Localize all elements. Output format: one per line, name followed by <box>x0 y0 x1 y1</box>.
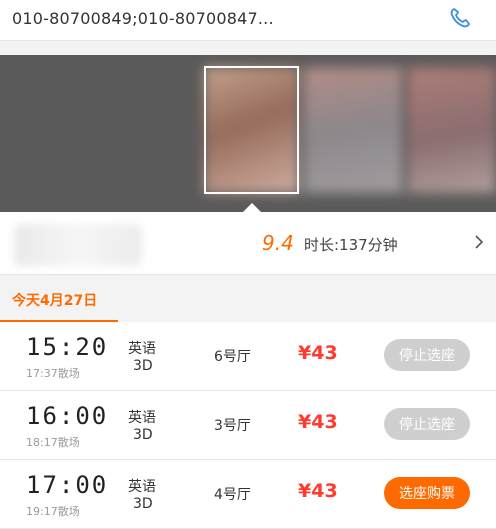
phone-icon[interactable] <box>446 4 474 32</box>
start-time: 17:00 <box>26 471 109 499</box>
date-tab-bar: 今天4月27日 <box>0 280 496 323</box>
movie-duration: 时长:137分钟 <box>304 236 398 254</box>
showtime-list: 15:20 17:37散场 英语 3D 6号厅 ¥43 停止选座 16:00 1… <box>0 322 496 529</box>
end-time: 18:17散场 <box>26 436 80 449</box>
format: 3D <box>133 496 153 512</box>
end-time: 19:17散场 <box>26 505 80 518</box>
price: ¥43 <box>298 480 338 502</box>
hall: 6号厅 <box>214 349 251 365</box>
chevron-right-icon <box>474 234 484 254</box>
cinema-phone-row[interactable]: 010-80700849;010-80700847... <box>0 0 496 41</box>
hall: 4号厅 <box>214 487 251 503</box>
tab-today[interactable]: 今天4月27日 <box>12 290 97 310</box>
showtime-row[interactable]: 17:00 19:17散场 英语 3D 4号厅 ¥43 选座购票 <box>0 460 496 529</box>
language: 英语 <box>128 410 156 426</box>
movie-info-row[interactable]: 9.4 时长:137分钟 <box>0 212 496 275</box>
movie-score: 9.4 <box>262 231 294 255</box>
language: 英语 <box>128 341 156 357</box>
format: 3D <box>133 358 153 374</box>
cinema-phone-numbers: 010-80700849;010-80700847... <box>12 9 274 28</box>
language: 英语 <box>128 479 156 495</box>
showtime-row[interactable]: 15:20 17:37散场 英语 3D 6号厅 ¥43 停止选座 <box>0 322 496 391</box>
poster-thumbnail[interactable] <box>407 67 496 193</box>
showtime-row[interactable]: 16:00 18:17散场 英语 3D 3号厅 ¥43 停止选座 <box>0 391 496 460</box>
format: 3D <box>133 427 153 443</box>
poster-carousel[interactable] <box>0 55 496 212</box>
end-time: 17:37散场 <box>26 367 80 380</box>
price: ¥43 <box>298 342 338 364</box>
poster-selection-caret <box>243 203 261 212</box>
start-time: 15:20 <box>26 333 109 361</box>
poster-thumbnail[interactable] <box>303 67 403 193</box>
price: ¥43 <box>298 411 338 433</box>
movie-title-blurred <box>14 224 142 266</box>
hall: 3号厅 <box>214 418 251 434</box>
poster-selected-frame <box>204 66 299 194</box>
stop-seat-selection-button[interactable]: 停止选座 <box>384 339 470 371</box>
select-seat-buy-button[interactable]: 选座购票 <box>384 477 470 509</box>
stop-seat-selection-button[interactable]: 停止选座 <box>384 408 470 440</box>
start-time: 16:00 <box>26 402 109 430</box>
